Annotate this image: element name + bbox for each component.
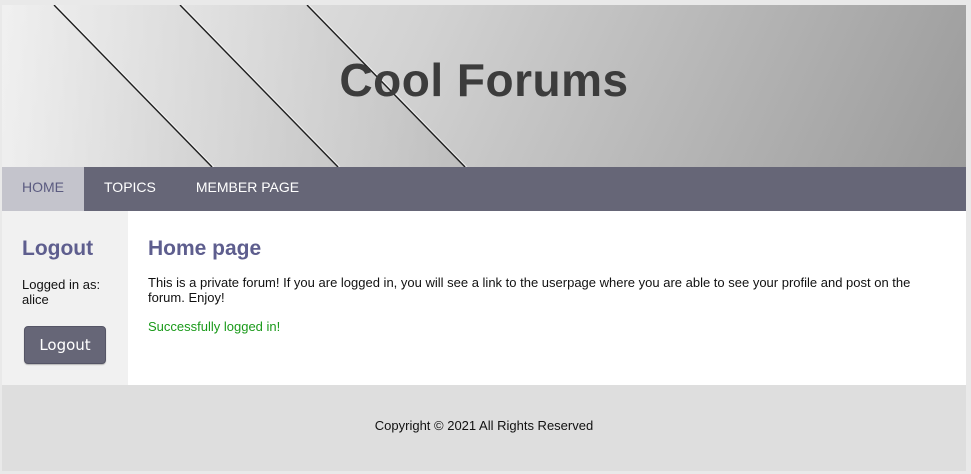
page-title: Home page [148,237,262,260]
logged-in-label: Logged in as: [22,277,101,292]
logout-button[interactable]: Logout [24,326,106,364]
copyright-text: Copyright © 2021 All Rights Reserved [374,418,594,433]
logged-in-info: Logged in as: alice [22,277,112,307]
footer: Copyright © 2021 All Rights Reserved [2,385,966,471]
username: alice [22,292,49,307]
content-row: Logout Logged in as: alice Logout Home p… [2,211,966,385]
nav-item-home[interactable]: HOME [2,167,84,211]
site-header-banner: Cool Forums [2,5,966,167]
main-content: Home page This is a private forum! If yo… [128,211,966,385]
nav-item-topics[interactable]: TOPICS [84,167,176,211]
sidebar-heading: Logout [22,237,94,260]
intro-text: This is a private forum! If you are logg… [148,275,911,305]
sidebar: Logout Logged in as: alice Logout [2,211,128,385]
login-status-message: Successfully logged in! [148,319,281,334]
site-title: Cool Forums [339,54,629,106]
page-frame: Cool Forums HOME TOPICS MEMBER PAGE Logo… [2,5,966,471]
nav-item-member-page[interactable]: MEMBER PAGE [176,167,319,211]
main-nav: HOME TOPICS MEMBER PAGE [2,167,966,211]
